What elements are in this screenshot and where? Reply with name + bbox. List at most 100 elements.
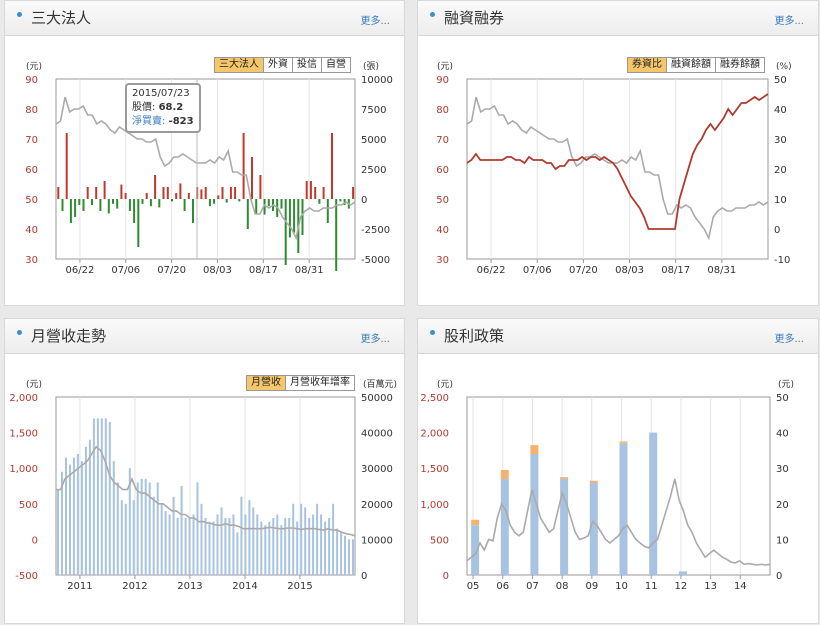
net-bar xyxy=(255,199,258,214)
y-right-tick-label: 30 xyxy=(774,135,787,146)
net-bar xyxy=(124,193,127,199)
dividend-stock-bar xyxy=(560,477,569,479)
y-right-unit: (百萬元) xyxy=(363,378,397,390)
net-bar xyxy=(141,199,144,204)
x-tick-label: 07/06 xyxy=(523,265,552,276)
net-bar xyxy=(326,199,329,223)
revenue-bar xyxy=(276,514,279,575)
revenue-bar xyxy=(312,514,315,575)
revenue-bar xyxy=(260,521,263,575)
net-bar xyxy=(175,193,178,199)
price-line xyxy=(466,478,771,566)
tab-margin-balance[interactable]: 融資餘額 xyxy=(666,57,716,73)
revenue-bar xyxy=(57,489,59,575)
tab-dealer[interactable]: 自營 xyxy=(321,57,351,73)
revenue-bar xyxy=(300,503,303,575)
y-right-tick-label: 7500 xyxy=(361,105,386,116)
revenue-bar xyxy=(304,507,307,575)
revenue-bar xyxy=(196,482,199,575)
revenue-bar xyxy=(320,514,323,575)
net-bar xyxy=(288,199,291,238)
revenue-bar xyxy=(136,482,139,575)
revenue-bar xyxy=(84,446,87,575)
y-left-tick-label: 70 xyxy=(25,135,38,146)
revenue-bar xyxy=(72,457,75,575)
net-bar xyxy=(200,189,203,199)
tooltip-date: 2015/07/23 xyxy=(132,88,190,99)
x-tick-label: 10 xyxy=(615,581,628,592)
y-right-unit: (%) xyxy=(776,62,792,72)
x-tick-label: 08/31 xyxy=(295,265,324,276)
revenue-bar xyxy=(65,457,67,575)
net-bar xyxy=(251,157,253,199)
x-tick-label: 09 xyxy=(585,581,598,592)
y-right-tick-label: 20000 xyxy=(361,500,393,511)
revenue-bar xyxy=(192,514,195,575)
revenue-bar xyxy=(336,528,339,575)
margin-chart: 90 80 70 60 50 40 30 50 40 30 20 10 0 -10 (元) (%) 06/22 0… xyxy=(436,62,792,276)
y-right-unit: (元) xyxy=(778,380,794,390)
x-tick-label: 07/20 xyxy=(157,265,186,276)
y-left-tick-label: 70 xyxy=(436,135,449,146)
x-tick-label: 07/06 xyxy=(111,265,140,276)
x-tick-label: 2015 xyxy=(287,581,312,592)
net-bar xyxy=(69,199,72,223)
revenue-bar xyxy=(332,503,335,575)
revenue-bar xyxy=(188,518,191,575)
net-bar xyxy=(229,187,232,199)
tab-trust[interactable]: 投信 xyxy=(292,57,322,73)
y-right-tick-label: 10 xyxy=(776,535,789,546)
net-bar xyxy=(145,193,148,199)
tab-foreign[interactable]: 外資 xyxy=(263,57,293,73)
revenue-chart: 2,000 1,500 1,000 500 0 -500 50000 40000 30000 20… xyxy=(9,378,397,592)
revenue-bar xyxy=(76,454,79,575)
revenue-bar xyxy=(268,521,271,575)
tab-revenue-yoy[interactable]: 月營收年增率 xyxy=(285,375,355,391)
revenue-bar xyxy=(272,518,275,575)
revenue-bar xyxy=(124,503,127,575)
revenue-bar xyxy=(176,518,179,575)
revenue-bar xyxy=(200,503,203,575)
x-tick-label: 06 xyxy=(496,581,509,592)
institutional-panel: 三大法人 更多... 90 80 70 60 50 40 30 10000 7500 5000 25… xyxy=(4,0,405,306)
price-line xyxy=(55,96,356,241)
revenue-bar xyxy=(152,496,155,575)
dividend-stock-bar xyxy=(471,519,480,526)
tab-short-margin-ratio[interactable]: 券資比 xyxy=(627,57,667,73)
net-bar xyxy=(213,199,216,204)
revenue-bar xyxy=(240,496,243,575)
revenue-bar xyxy=(156,482,159,575)
y-left-tick-label: 1,000 xyxy=(9,464,38,475)
net-bar xyxy=(331,133,333,199)
net-bar xyxy=(352,187,355,199)
net-bar xyxy=(171,199,173,202)
y-left-tick-label: 90 xyxy=(25,75,38,86)
x-tick-label: 06/22 xyxy=(477,265,506,276)
revenue-bar xyxy=(264,525,267,575)
dividend-panel: 股利政策 更多... 2,500 2,000 1,500 1,000 500 0 50 40 3… xyxy=(417,318,819,624)
revenue-panel: 月營收走勢 更多... 2,000 1,500 1,000 500 0 -500 50000… xyxy=(4,318,405,624)
y-right-tick-label: 10 xyxy=(774,195,787,206)
y-left-tick-label: 2,500 xyxy=(420,393,449,404)
revenue-bar xyxy=(248,500,251,575)
net-bar xyxy=(112,199,114,204)
dividend-chart: 2,5002,0001,5001,000500050403020100(元) (元… xyxy=(420,380,794,592)
revenue-bar xyxy=(352,539,354,575)
y-left-tick-label: 30 xyxy=(436,255,449,266)
x-tick-label: 2013 xyxy=(177,581,202,592)
tab-short-balance[interactable]: 融券餘額 xyxy=(715,57,765,73)
y-left-tick-label: 2,000 xyxy=(9,393,38,404)
y-left-tick-label: 80 xyxy=(436,105,449,116)
net-bar xyxy=(107,199,110,214)
dividend-cash-bar xyxy=(530,454,539,575)
x-tick-label: 05 xyxy=(467,581,480,592)
revenue-bar xyxy=(80,461,83,575)
tab-institutional[interactable]: 三大法人 xyxy=(214,57,264,73)
revenue-bar xyxy=(340,532,343,575)
y-right-tick-label: -2500 xyxy=(361,225,390,236)
revenue-bar xyxy=(184,518,187,575)
y-right-tick-label: 10000 xyxy=(361,535,393,546)
net-bar xyxy=(133,199,136,223)
tab-monthly-revenue[interactable]: 月營收 xyxy=(246,375,286,391)
net-bar xyxy=(217,195,220,199)
